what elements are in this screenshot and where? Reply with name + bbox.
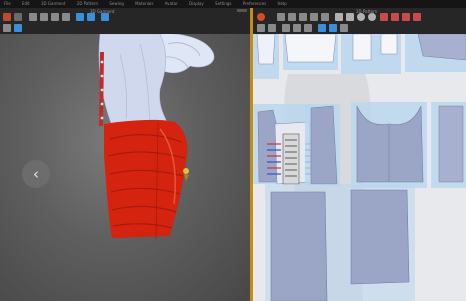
toolbar-2d: 2D Pattern xyxy=(253,8,466,34)
cut-tool-icon[interactable] xyxy=(321,13,329,21)
texture-tool-icon[interactable] xyxy=(318,24,326,32)
viewport-2d[interactable] xyxy=(253,34,466,301)
menu-edit[interactable]: Edit xyxy=(22,1,30,6)
polygon-tool-icon[interactable] xyxy=(335,13,343,21)
avatar-tool-icon[interactable] xyxy=(3,13,11,21)
check-sewing-icon[interactable] xyxy=(282,24,290,32)
menu-2d-pattern[interactable]: 2D Pattern xyxy=(77,1,98,6)
fold-tool-icon[interactable] xyxy=(51,13,59,21)
fit-tool-icon[interactable] xyxy=(101,13,109,21)
pattern-piece xyxy=(284,34,337,63)
transform-tool-icon[interactable] xyxy=(257,13,265,21)
measure-tool-icon[interactable] xyxy=(14,24,22,32)
dart-tool-icon[interactable] xyxy=(391,13,399,21)
segment-sewing-icon[interactable] xyxy=(257,24,265,32)
pattern-piece xyxy=(352,34,372,61)
tack-tool-icon[interactable] xyxy=(3,24,11,32)
pleat-piece xyxy=(282,133,300,185)
edit-point-icon[interactable] xyxy=(288,13,296,21)
pattern-layout-2d xyxy=(253,34,466,301)
menu-preferences[interactable]: Preferences xyxy=(243,1,267,6)
rectangle-tool-icon[interactable] xyxy=(346,13,354,21)
graphic-tool-icon[interactable] xyxy=(329,24,337,32)
pattern-piece xyxy=(417,34,466,61)
window-controls-icon[interactable] xyxy=(237,9,247,12)
menu-sewing[interactable]: Sewing xyxy=(109,1,123,6)
pleat-tool-icon[interactable] xyxy=(304,24,312,32)
arrangement-point-icon[interactable] xyxy=(293,24,301,32)
pin-marker-icon xyxy=(183,168,189,174)
menu-settings[interactable]: Settings xyxy=(215,1,231,6)
pattern-piece xyxy=(256,34,276,65)
menu-avatar[interactable]: Avatar xyxy=(165,1,178,6)
menu-file[interactable]: File xyxy=(4,1,11,6)
previous-slide-button[interactable]: ‹ xyxy=(22,160,50,188)
button-tool-icon[interactable] xyxy=(340,24,348,32)
pattern-piece xyxy=(380,34,398,55)
notch-tool-icon[interactable] xyxy=(402,13,410,21)
blouse-body xyxy=(98,34,169,127)
move-tool-icon[interactable] xyxy=(40,13,48,21)
select-tool-icon[interactable] xyxy=(29,13,37,21)
skirt-panel-front xyxy=(350,189,410,285)
edit-pattern-icon[interactable] xyxy=(277,13,285,21)
menu-display[interactable]: Display xyxy=(189,1,204,6)
viewport-3d[interactable]: ‹ xyxy=(0,34,250,301)
hanger-tool-icon[interactable] xyxy=(14,13,22,21)
pattern-piece xyxy=(438,105,464,183)
curve-point-icon[interactable] xyxy=(299,13,307,21)
add-point-icon[interactable] xyxy=(310,13,318,21)
skirt-panel-back xyxy=(270,191,328,301)
circle-tool-icon[interactable] xyxy=(368,13,376,21)
ellipse-tool-icon[interactable] xyxy=(357,13,365,21)
simulate-tool-icon[interactable] xyxy=(76,13,84,21)
pattern-piece xyxy=(310,105,338,185)
toolbar-3d: 3D Garment xyxy=(0,8,251,34)
menu-bar: File Edit 3D Garment 2D Pattern Sewing M… xyxy=(0,0,466,8)
pin-tool-icon[interactable] xyxy=(62,13,70,21)
shirt-tool-icon[interactable] xyxy=(87,13,95,21)
internal-shape-icon[interactable] xyxy=(380,13,388,21)
free-sewing-icon[interactable] xyxy=(268,24,276,32)
menu-3d-garment[interactable]: 3D Garment xyxy=(41,1,65,6)
menu-help[interactable]: Help xyxy=(278,1,287,6)
trace-tool-icon[interactable] xyxy=(413,13,421,21)
menu-materials[interactable]: Materials xyxy=(135,1,153,6)
